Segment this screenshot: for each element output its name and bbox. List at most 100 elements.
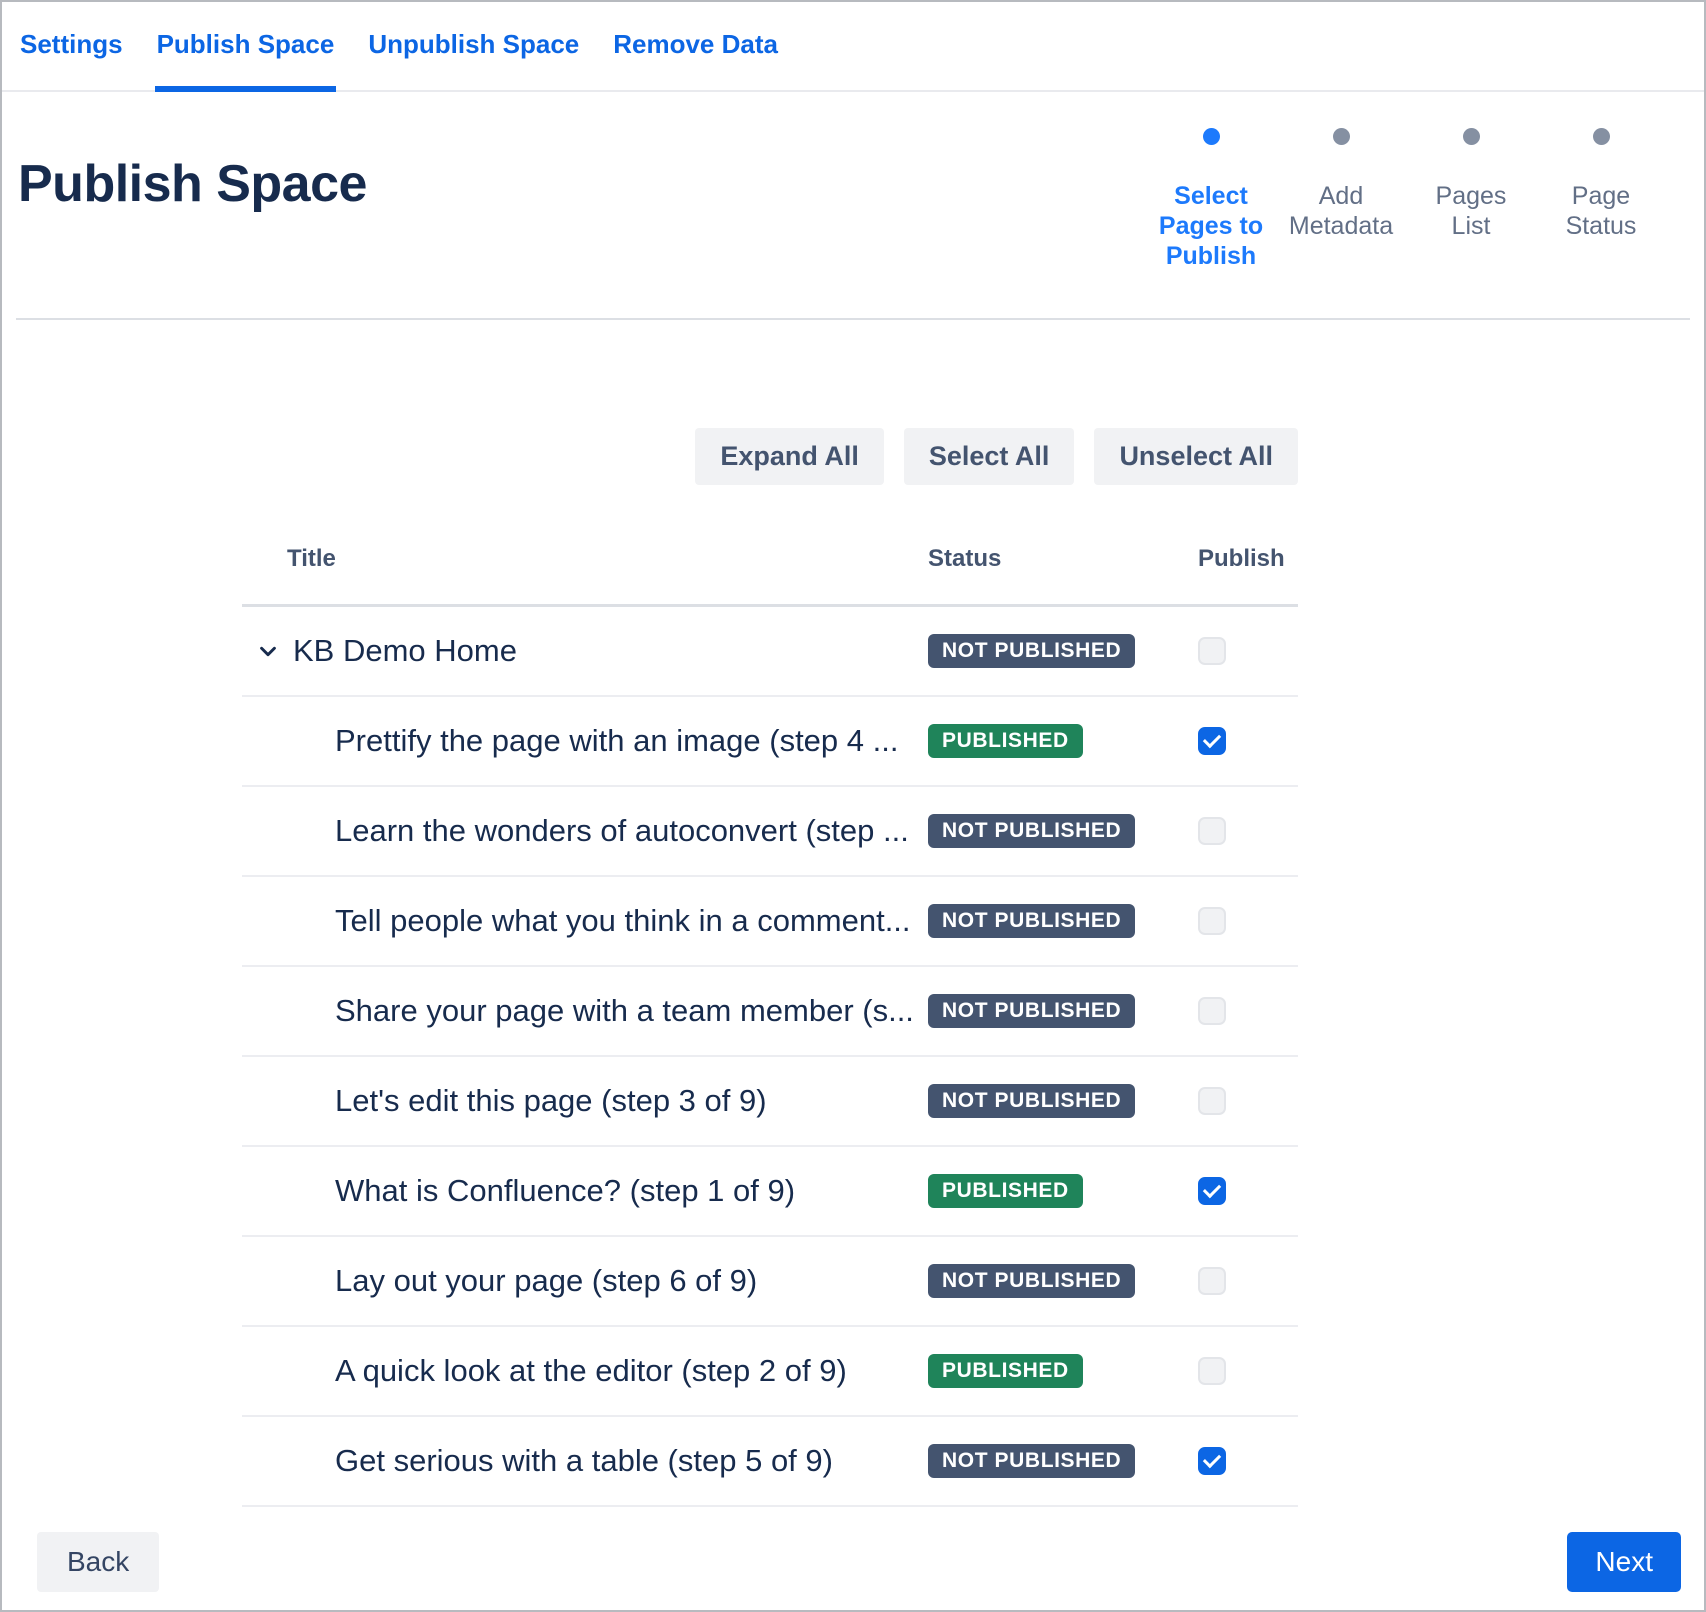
row-publish-cell [1198,1447,1298,1475]
row-title-cell: Prettify the page with an image (step 4 … [242,723,928,759]
tab-settings[interactable]: Settings [18,5,125,92]
row-title-cell: What is Confluence? (step 1 of 9) [242,1173,928,1209]
publish-checkbox[interactable] [1198,1087,1226,1115]
table-row: A quick look at the editor (step 2 of 9)… [242,1327,1298,1417]
table-row: Tell people what you think in a comment.… [242,877,1298,967]
step-select-pages: Select Pages to Publish [1158,128,1264,271]
row-title-cell: Share your page with a team member (s... [242,993,928,1029]
publish-checkbox[interactable] [1198,727,1226,755]
row-title-cell: Let's edit this page (step 3 of 9) [242,1083,928,1119]
publish-checkbox[interactable] [1198,817,1226,845]
expand-all-button[interactable]: Expand All [695,428,884,485]
row-title-cell: KB Demo Home [242,633,928,669]
column-header-title: Title [242,545,928,573]
publish-checkbox[interactable] [1198,997,1226,1025]
page-row-title: Learn the wonders of autoconvert (step .… [335,813,909,849]
status-badge: PUBLISHED [928,1354,1083,1388]
step-dot-icon [1463,128,1480,145]
page-row-title: Share your page with a team member (s... [335,993,914,1029]
step-label: Select Pages to Publish [1158,181,1264,271]
chevron-down-icon[interactable] [257,640,279,662]
row-publish-cell [1198,1177,1298,1205]
step-dot-icon [1203,128,1220,145]
page-header: Publish Space Select Pages to Publish Ad… [2,92,1704,318]
pages-table: Title Status Publish KB Demo Home NOT PU… [242,513,1298,1507]
status-badge: PUBLISHED [928,1174,1083,1208]
page-row-title: Lay out your page (step 6 of 9) [335,1263,757,1299]
page-row-title: What is Confluence? (step 1 of 9) [335,1173,795,1209]
step-page-status: Page Status [1548,128,1654,271]
row-status-cell: NOT PUBLISHED [928,814,1198,848]
status-badge: NOT PUBLISHED [928,994,1135,1028]
publish-checkbox[interactable] [1198,1177,1226,1205]
row-publish-cell [1198,727,1298,755]
row-title-cell: Get serious with a table (step 5 of 9) [242,1443,928,1479]
column-header-publish: Publish [1198,545,1298,573]
row-publish-cell [1198,1267,1298,1295]
status-badge: PUBLISHED [928,724,1083,758]
table-row: Prettify the page with an image (step 4 … [242,697,1298,787]
select-all-button[interactable]: Select All [904,428,1075,485]
status-badge: NOT PUBLISHED [928,634,1135,668]
wizard-footer: Back Next [37,1532,1681,1592]
row-status-cell: PUBLISHED [928,1354,1198,1388]
next-button[interactable]: Next [1567,1532,1681,1592]
step-dot-icon [1593,128,1610,145]
column-header-status: Status [928,545,1198,573]
page-row-title: A quick look at the editor (step 2 of 9) [335,1353,847,1389]
wizard-stepper: Select Pages to Publish Add Metadata Pag… [1158,128,1654,271]
row-status-cell: NOT PUBLISHED [928,1084,1198,1118]
publish-checkbox[interactable] [1198,1357,1226,1385]
step-dot-icon [1333,128,1350,145]
row-status-cell: NOT PUBLISHED [928,1264,1198,1298]
table-row: Share your page with a team member (s...… [242,967,1298,1057]
row-title-cell: Lay out your page (step 6 of 9) [242,1263,928,1299]
unselect-all-button[interactable]: Unselect All [1094,428,1298,485]
row-title-cell: Tell people what you think in a comment.… [242,903,928,939]
page-title: Publish Space [18,154,367,214]
publish-checkbox[interactable] [1198,637,1226,665]
table-row: Get serious with a table (step 5 of 9) N… [242,1417,1298,1507]
table-header-row: Title Status Publish [242,513,1298,607]
step-label: Page Status [1548,181,1654,241]
step-add-metadata: Add Metadata [1288,128,1394,271]
row-status-cell: NOT PUBLISHED [928,1444,1198,1478]
row-status-cell: PUBLISHED [928,1174,1198,1208]
table-row: KB Demo Home NOT PUBLISHED [242,607,1298,697]
publish-checkbox[interactable] [1198,907,1226,935]
back-button[interactable]: Back [37,1532,159,1592]
row-status-cell: NOT PUBLISHED [928,904,1198,938]
publish-checkbox[interactable] [1198,1447,1226,1475]
page-row-title: Prettify the page with an image (step 4 … [335,723,898,759]
page-row-title: Get serious with a table (step 5 of 9) [335,1443,833,1479]
row-publish-cell [1198,817,1298,845]
step-pages-list: Pages List [1418,128,1524,271]
row-title-cell: Learn the wonders of autoconvert (step .… [242,813,928,849]
table-row: Learn the wonders of autoconvert (step .… [242,787,1298,877]
row-publish-cell [1198,907,1298,935]
step-label: Pages List [1418,181,1524,241]
row-publish-cell [1198,997,1298,1025]
tab-publish-space[interactable]: Publish Space [155,5,337,92]
table-row: What is Confluence? (step 1 of 9) PUBLIS… [242,1147,1298,1237]
status-badge: NOT PUBLISHED [928,904,1135,938]
row-status-cell: NOT PUBLISHED [928,634,1198,668]
row-publish-cell [1198,637,1298,665]
tab-unpublish-space[interactable]: Unpublish Space [366,5,581,92]
status-badge: NOT PUBLISHED [928,1264,1135,1298]
tab-remove-data[interactable]: Remove Data [611,5,780,92]
row-status-cell: PUBLISHED [928,724,1198,758]
status-badge: NOT PUBLISHED [928,1444,1135,1478]
table-toolbar: Expand All Select All Unselect All [2,428,1298,485]
page-row-title: Tell people what you think in a comment.… [335,903,911,939]
step-label: Add Metadata [1288,181,1394,241]
row-publish-cell [1198,1357,1298,1385]
table-body: KB Demo Home NOT PUBLISHED Prettify the … [242,607,1298,1507]
publish-checkbox[interactable] [1198,1267,1226,1295]
table-row: Let's edit this page (step 3 of 9) NOT P… [242,1057,1298,1147]
page-row-title: KB Demo Home [293,633,517,669]
row-status-cell: NOT PUBLISHED [928,994,1198,1028]
table-row: Lay out your page (step 6 of 9) NOT PUBL… [242,1237,1298,1327]
row-title-cell: A quick look at the editor (step 2 of 9) [242,1353,928,1389]
row-publish-cell [1198,1087,1298,1115]
